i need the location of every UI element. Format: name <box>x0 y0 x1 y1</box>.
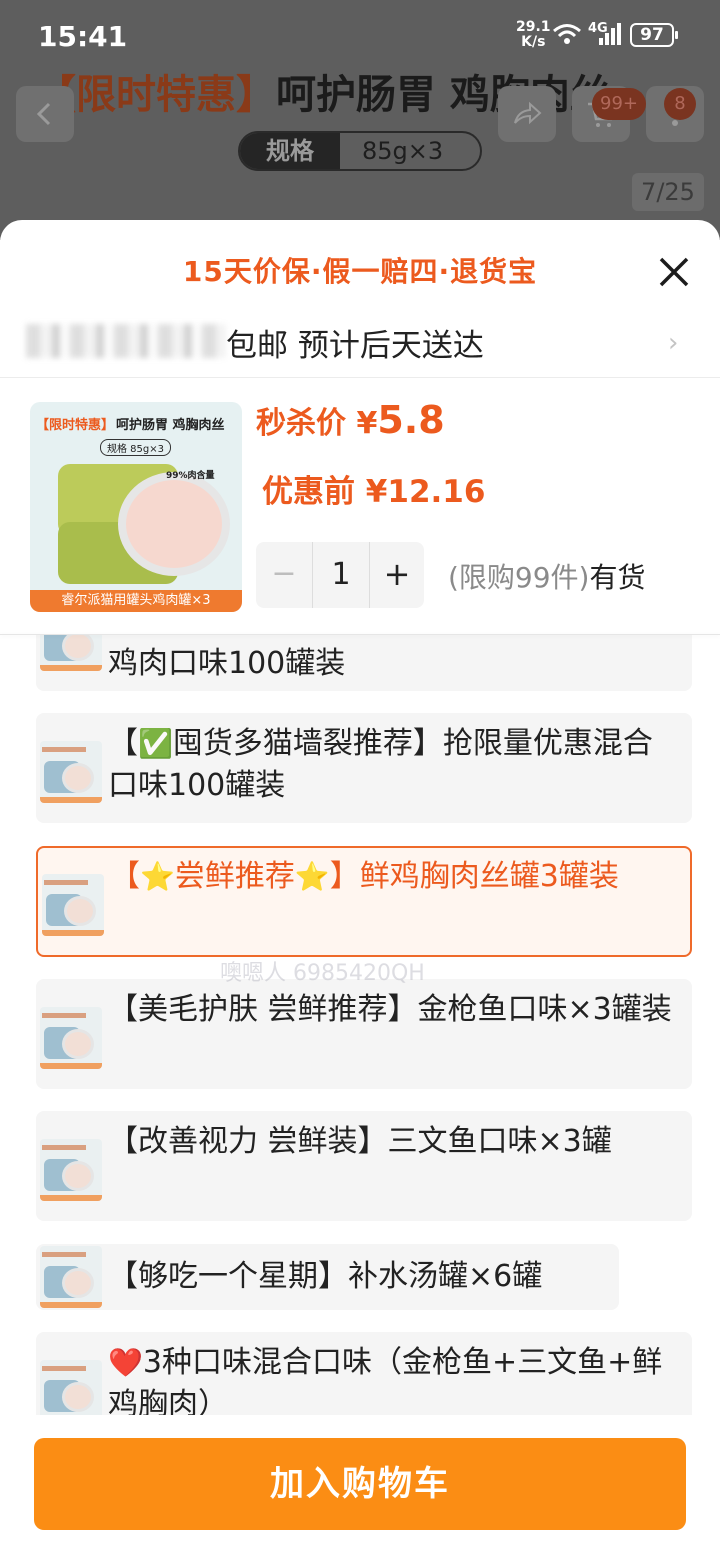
option-thumbnail <box>40 1139 102 1201</box>
blurred-address <box>26 324 226 358</box>
clock: 15:41 <box>38 20 128 53</box>
option-thumbnail <box>42 874 104 936</box>
delivery-info: 包邮 预计后天送达 <box>226 328 484 364</box>
network-speed: 29.1 K/s <box>516 19 551 50</box>
decrease-quantity-button[interactable]: − <box>256 542 312 608</box>
close-icon[interactable] <box>652 250 696 294</box>
quantity-stepper: − 1 + <box>256 542 424 608</box>
chevron-left-icon <box>36 102 51 126</box>
product-image[interactable]: 【限时特惠】 呵护肠胃 鸡胸肉丝 规格 85g×3 99%肉含量 睿尔派猫用罐头… <box>30 402 242 612</box>
share-button[interactable] <box>498 86 556 142</box>
sku-option[interactable]: 【美毛护肤 尝鲜推荐】金枪鱼口味×3罐装 <box>36 979 692 1089</box>
sku-option[interactable]: 鸡肉口味100罐装 <box>36 635 692 691</box>
star-icon: ⭐ <box>140 860 175 893</box>
sku-bottom-sheet: 15天价保·假一赔四·退货宝 包邮 预计后天送达 › 【限时特惠】 呵护肠胃 鸡… <box>0 220 720 1560</box>
sku-option[interactable]: 【✅囤货多猫墙裂推荐】抢限量优惠混合口味100罐装 <box>36 713 692 823</box>
quantity-value[interactable]: 1 <box>312 542 370 608</box>
option-label: 鸡肉口味100罐装 <box>108 646 346 681</box>
product-image-caption: 睿尔派猫用罐头鸡肉罐×3 <box>30 590 242 612</box>
sku-option-selected[interactable]: 【⭐尝鲜推荐⭐】鲜鸡胸肉丝罐3罐装 <box>36 846 692 957</box>
star-icon: ⭐ <box>294 860 330 893</box>
wifi-icon <box>553 24 581 44</box>
cart-count-badge: 99+ <box>592 88 646 120</box>
add-to-cart-button[interactable]: 加入购物车 <box>34 1438 686 1530</box>
option-thumbnail <box>40 1360 102 1415</box>
status-bar: 15:41 29.1 K/s 4G 97 <box>0 0 720 70</box>
original-price: 优惠前 ¥12.16 <box>262 474 486 510</box>
sku-option[interactable]: 【改善视力 尝鲜装】三文鱼口味×3罐 <box>36 1111 692 1221</box>
stock-info: (限购99件)有货 <box>448 561 646 594</box>
flash-sale-price: 秒杀价 ¥5.8 <box>256 398 445 442</box>
divider <box>0 634 720 635</box>
meat-graphic <box>118 472 230 576</box>
image-page-indicator: 7/25 <box>632 173 704 211</box>
sku-option[interactable]: 【够吃一个星期】补水汤罐×6罐 <box>36 1244 619 1310</box>
chevron-right-icon: › <box>668 328 679 358</box>
option-thumbnail <box>40 1246 102 1308</box>
option-thumbnail <box>40 1007 102 1069</box>
watermark: 噢嗯人 6985420QH <box>220 961 425 986</box>
guarantee-banner: 15天价保·假一赔四·退货宝 <box>182 255 538 288</box>
option-label: 【够吃一个星期】补水汤罐×6罐 <box>108 1259 543 1294</box>
message-count-badge: 8 <box>664 88 696 120</box>
check-mark-icon: ✅ <box>138 727 173 760</box>
option-label: ❤️3种口味混合口味（金枪鱼+三文鱼+鲜鸡胸肉） <box>108 1345 663 1415</box>
option-label: 【✅囤货多猫墙裂推荐】抢限量优惠混合口味100罐装 <box>108 726 653 803</box>
delivery-row[interactable]: 包邮 预计后天送达 › <box>0 318 720 366</box>
option-label: 【美毛护肤 尝鲜推荐】金枪鱼口味×3罐装 <box>108 992 672 1027</box>
divider <box>0 377 720 378</box>
sku-option[interactable]: ❤️3种口味混合口味（金枪鱼+三文鱼+鲜鸡胸肉） <box>36 1332 692 1415</box>
heart-icon: ❤️ <box>108 1346 143 1379</box>
option-label: 【⭐尝鲜推荐⭐】鲜鸡胸肉丝罐3罐装 <box>110 859 619 894</box>
battery-icon: 97 <box>630 23 678 47</box>
increase-quantity-button[interactable]: + <box>370 542 424 608</box>
option-thumbnail <box>40 635 102 671</box>
share-icon <box>514 101 542 125</box>
back-button[interactable] <box>16 86 74 142</box>
option-label: 【改善视力 尝鲜装】三文鱼口味×3罐 <box>108 1124 612 1159</box>
background-page: 15:41 29.1 K/s 4G 97 【限时特惠】呵护肠胃 鸡胸肉丝 99+ <box>0 0 720 240</box>
sku-options-list: 噢嗯人 6985420QH 鸡肉口味100罐装 【✅囤货多猫墙裂推荐】抢限量优惠… <box>0 635 720 1415</box>
cell-signal-icon <box>599 23 621 45</box>
option-thumbnail <box>40 741 102 803</box>
spec-pill: 规格 85g×3 <box>238 131 482 171</box>
